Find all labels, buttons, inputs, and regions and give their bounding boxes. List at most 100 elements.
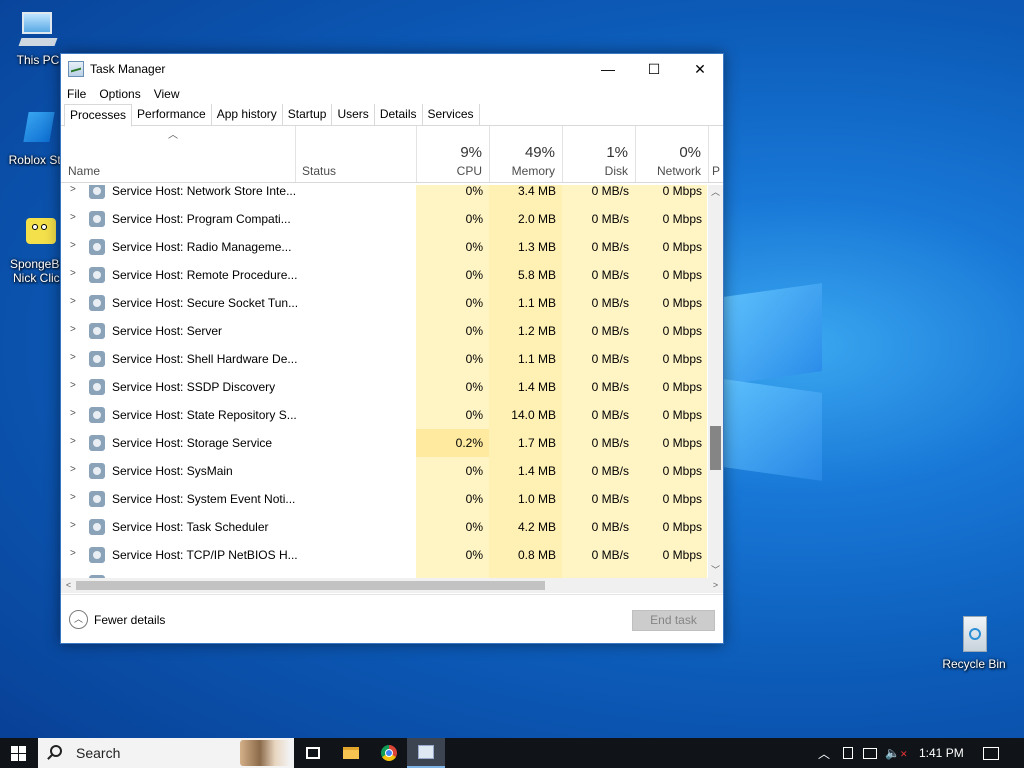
network-cell: 0 Mbps (635, 345, 707, 373)
tab-details[interactable]: Details (375, 104, 423, 126)
chevron-right-icon[interactable]: > (70, 492, 76, 503)
tab-performance[interactable]: Performance (132, 104, 212, 126)
column-power[interactable]: P (708, 126, 723, 182)
fewer-details-link[interactable]: Fewer details (94, 613, 165, 627)
horizontal-scroll-thumb[interactable] (76, 581, 545, 590)
vertical-scroll-thumb[interactable] (710, 426, 721, 470)
column-status[interactable]: Status (295, 126, 416, 182)
task-view-icon[interactable] (294, 738, 332, 768)
notification-tray-icons[interactable]: 🔈✕ (843, 738, 908, 768)
tab-startup[interactable]: Startup (283, 104, 333, 126)
taskbar-search[interactable]: Search (38, 738, 294, 768)
recycle-bin-icon (952, 614, 996, 654)
table-row[interactable]: > Service Host: Secure Socket Tun... 0% 1.1… (61, 289, 707, 317)
table-row[interactable]: > Service Host: Shell Hardware De... 0% 1.1… (61, 345, 707, 373)
tab-users[interactable]: Users (332, 104, 375, 126)
chevron-right-icon[interactable]: > (70, 296, 76, 307)
gear-icon (89, 463, 105, 479)
gear-icon (89, 435, 105, 451)
table-row[interactable]: > Service Host: Server 0% 1.2 MB 0 MB/s 0 Mbp… (61, 317, 707, 345)
menu-view[interactable]: View (154, 87, 180, 101)
column-memory[interactable]: 49% Memory (489, 126, 562, 182)
table-row[interactable]: > Service Host: Remote Procedure... 0% 5.8 … (61, 261, 707, 289)
chevron-right-icon[interactable]: > (70, 185, 76, 195)
tab-processes[interactable]: Processes (64, 104, 133, 127)
scroll-up-icon[interactable]: ︿ (708, 185, 723, 200)
memory-cell: 1.1 MB (489, 289, 562, 317)
file-explorer-icon[interactable] (332, 738, 370, 768)
chevron-right-icon[interactable]: > (70, 548, 76, 559)
horizontal-scrollbar[interactable]: < > (61, 578, 723, 593)
desktop-icon-recycle-bin[interactable]: Recycle Bin (936, 614, 1012, 671)
search-icon (50, 745, 62, 757)
column-cpu[interactable]: 9% CPU (416, 126, 489, 182)
computer-icon (16, 10, 60, 50)
table-row[interactable]: > Service Host: SysMain 0% 1.4 MB 0 MB/s 0 Mb… (61, 457, 707, 485)
desktop-wallpaper-logo (724, 283, 824, 481)
memory-cell: 0.6 MB (489, 569, 562, 578)
chevron-right-icon[interactable]: > (70, 352, 76, 363)
table-row[interactable]: > Service Host: State Repository S... 0% 14… (61, 401, 707, 429)
chevron-right-icon[interactable]: > (70, 464, 76, 475)
action-center-button[interactable] (983, 738, 999, 768)
column-network[interactable]: 0% Network (635, 126, 708, 182)
table-row[interactable]: > Service Host: TCP/IP NetBIOS H... 0% 0.8 … (61, 541, 707, 569)
scroll-down-icon[interactable]: ﹀ (708, 563, 723, 578)
clock[interactable]: 1:41 PM (919, 738, 964, 768)
menu-options[interactable]: Options (99, 87, 140, 101)
process-name: Service Host: TCP/IP NetBIOS H... (112, 548, 298, 562)
cpu-total: 9% (460, 144, 482, 161)
title-bar[interactable]: Task Manager — ☐ ✕ (61, 54, 723, 84)
table-row[interactable]: > Service Host: Storage Service 0.2% 1.7 MB… (61, 429, 707, 457)
menu-file[interactable]: File (67, 87, 86, 101)
roblox-studio-icon (16, 110, 60, 150)
disk-cell: 0 MB/s (562, 485, 635, 513)
column-name-label: Name (68, 164, 101, 178)
task-manager-taskbar-icon[interactable] (407, 738, 445, 768)
cpu-cell: 0.2% (416, 429, 489, 457)
table-row[interactable]: >Service Host: Th...0%0.6 MB0 MB/s0 Mbps (61, 569, 707, 578)
maximize-button[interactable]: ☐ (631, 54, 677, 84)
chevron-right-icon[interactable]: > (70, 324, 76, 335)
tab-services[interactable]: Services (423, 104, 480, 126)
scroll-left-icon[interactable]: < (61, 578, 76, 593)
chevron-right-icon[interactable]: > (70, 240, 76, 251)
column-cpu-label: CPU (456, 164, 482, 178)
process-name: Service Host: Remote Procedure... (112, 268, 298, 282)
network-cell: 0 Mbps (635, 569, 707, 578)
footer: ︿ Fewer details End task (61, 594, 723, 643)
end-task-button[interactable]: End task (632, 610, 715, 631)
tab-strip: Processes Performance App history Startu… (61, 104, 723, 127)
tab-app-history[interactable]: App history (212, 104, 283, 126)
network-cell: 0 Mbps (635, 541, 707, 569)
chevron-right-icon[interactable]: > (70, 380, 76, 391)
start-button[interactable] (0, 738, 38, 768)
disk-cell: 0 MB/s (562, 541, 635, 569)
close-button[interactable]: ✕ (677, 54, 723, 84)
chevron-right-icon[interactable]: > (70, 212, 76, 223)
scroll-right-icon[interactable]: > (708, 578, 723, 593)
chevron-up-circle-icon[interactable]: ︿ (69, 610, 88, 629)
gear-icon (89, 267, 105, 283)
chevron-right-icon[interactable]: > (70, 436, 76, 447)
column-name[interactable]: Name (61, 126, 295, 182)
chevron-right-icon[interactable]: > (70, 268, 76, 279)
spongebob-game-icon (16, 214, 60, 254)
table-row[interactable]: > Service Host: Network Store Inte... 0% 3.… (61, 185, 707, 205)
table-row[interactable]: > Service Host: Radio Manageme... 0% 1.3 MB… (61, 233, 707, 261)
disk-cell: 0 MB/s (562, 513, 635, 541)
show-hidden-icons[interactable]: ︿ (818, 738, 830, 768)
table-row[interactable]: > Service Host: Program Compati... 0% 2.0 M… (61, 205, 707, 233)
table-row[interactable]: > Service Host: System Event Noti... 0% 1.0… (61, 485, 707, 513)
minimize-button[interactable]: — (585, 54, 631, 84)
table-row[interactable]: > Service Host: SSDP Discovery 0% 1.4 MB 0 M… (61, 373, 707, 401)
chevron-right-icon[interactable]: > (70, 408, 76, 419)
chevron-right-icon[interactable]: > (70, 520, 76, 531)
table-row[interactable]: > Service Host: Task Scheduler 0% 4.2 MB 0 M… (61, 513, 707, 541)
disk-cell: 0 MB/s (562, 345, 635, 373)
chrome-icon[interactable] (370, 738, 408, 768)
column-disk[interactable]: 1% Disk (562, 126, 635, 182)
disk-cell: 0 MB/s (562, 205, 635, 233)
vertical-scrollbar[interactable]: ︿ ﹀ (708, 185, 723, 578)
memory-cell: 1.4 MB (489, 373, 562, 401)
